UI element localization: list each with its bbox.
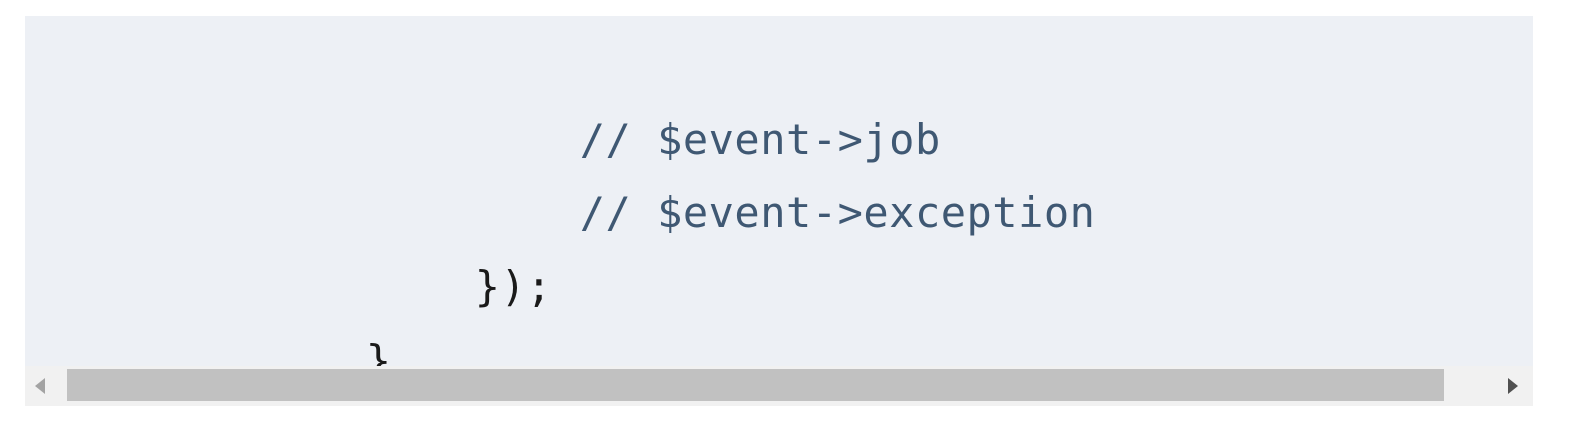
code-line-closure-end: });: [320, 179, 552, 311]
code-text: });: [474, 262, 553, 311]
triangle-right-icon[interactable]: [1508, 378, 1518, 394]
code-area: // $event->job // $event->exception }); …: [25, 16, 1533, 385]
horizontal-scrollbar[interactable]: [25, 366, 1533, 406]
code-line-comment-exception: // $event->exception: [425, 105, 1095, 237]
code-block: // $event->job // $event->exception }); …: [25, 16, 1533, 406]
code-text: // $event->exception: [579, 188, 1096, 237]
triangle-left-icon[interactable]: [35, 378, 45, 394]
scrollbar-thumb[interactable]: [67, 369, 1444, 401]
code-line-block-end: }: [211, 253, 392, 385]
code-line-comment-job: // $event->job: [425, 32, 941, 164]
